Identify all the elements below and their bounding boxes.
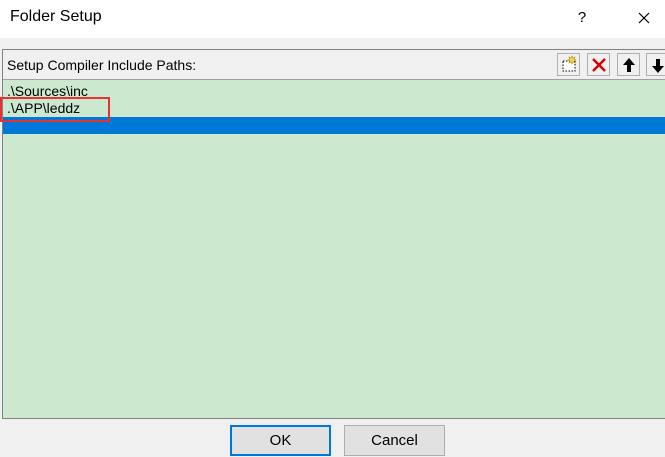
list-item-selected[interactable] — [3, 117, 665, 134]
arrow-up-icon — [623, 58, 635, 72]
list-item[interactable]: .\Sources\inc — [3, 83, 665, 100]
close-icon — [638, 12, 650, 24]
panel-label: Setup Compiler Include Paths: — [7, 57, 197, 73]
close-button[interactable] — [626, 3, 662, 33]
help-button[interactable]: ? — [566, 3, 598, 33]
delete-icon — [592, 58, 606, 72]
include-paths-panel: Setup Compiler Include Paths: .\Sources\… — [2, 49, 665, 419]
new-folder-icon — [562, 55, 577, 72]
cancel-button[interactable]: Cancel — [344, 425, 445, 456]
include-paths-list[interactable]: .\Sources\inc .\APP\leddz — [3, 81, 665, 418]
ok-button[interactable]: OK — [230, 425, 331, 456]
arrow-down-icon — [652, 59, 664, 73]
window-title: Folder Setup — [10, 8, 102, 25]
dialog-body: Setup Compiler Include Paths: .\Sources\… — [0, 38, 665, 457]
list-item[interactable]: .\APP\leddz — [3, 100, 665, 117]
move-down-button[interactable] — [646, 53, 665, 76]
delete-path-button[interactable] — [587, 53, 610, 76]
title-bar: Folder Setup ? — [0, 0, 665, 38]
move-up-button[interactable] — [617, 53, 640, 76]
panel-header: Setup Compiler Include Paths: — [3, 50, 665, 80]
new-path-button[interactable] — [557, 53, 580, 76]
